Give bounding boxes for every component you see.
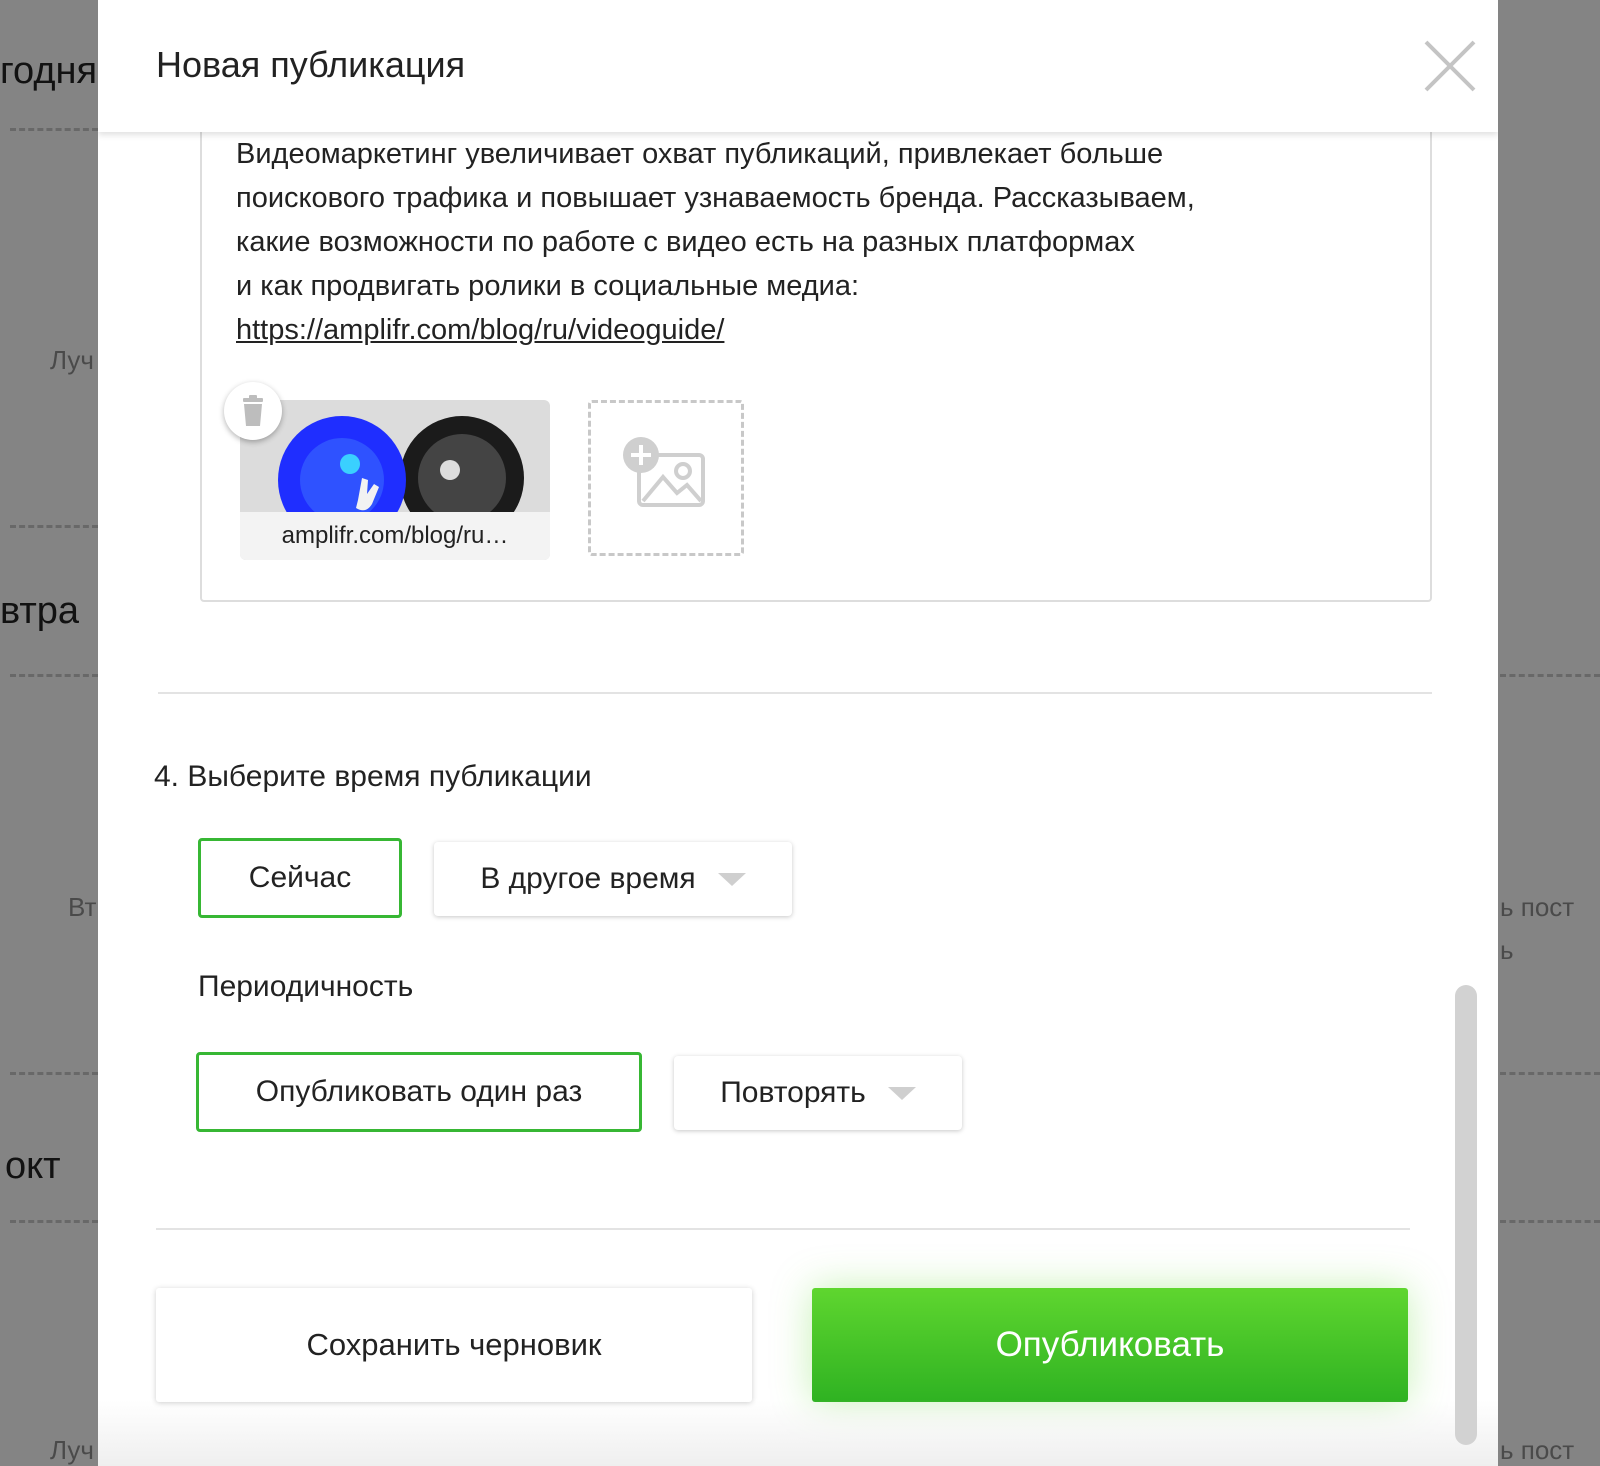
publish-now-button[interactable]: Сейчас <box>198 838 402 918</box>
publish-now-label: Сейчас <box>248 861 352 894</box>
section-divider <box>158 692 1432 694</box>
delete-attachment-button[interactable] <box>224 382 282 440</box>
publish-once-button[interactable]: Опубликовать один раз <box>196 1052 642 1132</box>
trash-icon <box>243 395 263 426</box>
chevron-down-icon <box>887 1086 916 1100</box>
attachment-caption: amplifr.com/blog/ru… <box>240 512 550 560</box>
attachment-image <box>278 416 524 512</box>
add-image-icon <box>623 437 705 507</box>
repeat-dropdown[interactable]: Повторять <box>674 1056 962 1130</box>
bottom-fade <box>98 1400 1498 1466</box>
new-post-modal: Новая публикация Видеомаркетинг увеличив… <box>98 0 1498 1466</box>
post-text-line: какие возможности по работе с видео есть… <box>236 226 1135 258</box>
footer-divider <box>156 1228 1410 1230</box>
add-image-button[interactable] <box>588 400 744 556</box>
chevron-down-icon <box>717 872 746 886</box>
other-time-dropdown[interactable]: В другое время <box>434 842 792 916</box>
attachment-preview[interactable]: amplifr.com/blog/ru… <box>240 400 550 560</box>
publish-button[interactable]: Опубликовать <box>812 1288 1408 1402</box>
other-time-label: В другое время <box>480 862 696 895</box>
save-draft-label: Сохранить черновик <box>306 1327 602 1362</box>
repeat-label: Повторять <box>720 1076 866 1109</box>
close-icon[interactable] <box>1420 36 1480 96</box>
step4-label: 4. Выберите время публикации <box>154 760 592 793</box>
modal-title: Новая публикация <box>156 44 466 85</box>
publish-once-label: Опубликовать один раз <box>255 1075 583 1108</box>
post-text[interactable]: Видеомаркетинг увеличивает охват публика… <box>236 132 1376 352</box>
scrollbar-thumb[interactable] <box>1455 985 1477 1445</box>
modal-header: Новая публикация <box>98 0 1498 132</box>
publish-label: Опубликовать <box>995 1325 1225 1364</box>
post-text-line: Видеомаркетинг увеличивает охват публика… <box>236 138 1164 170</box>
periodicity-label: Периодичность <box>198 970 414 1003</box>
post-link[interactable]: https://amplifr.com/blog/ru/videoguide/ <box>236 314 724 346</box>
post-text-line: и как продвигать ролики в социальные мед… <box>236 270 860 302</box>
save-draft-button[interactable]: Сохранить черновик <box>156 1288 752 1402</box>
post-text-line: поискового трафика и повышает узнаваемос… <box>236 182 1195 214</box>
